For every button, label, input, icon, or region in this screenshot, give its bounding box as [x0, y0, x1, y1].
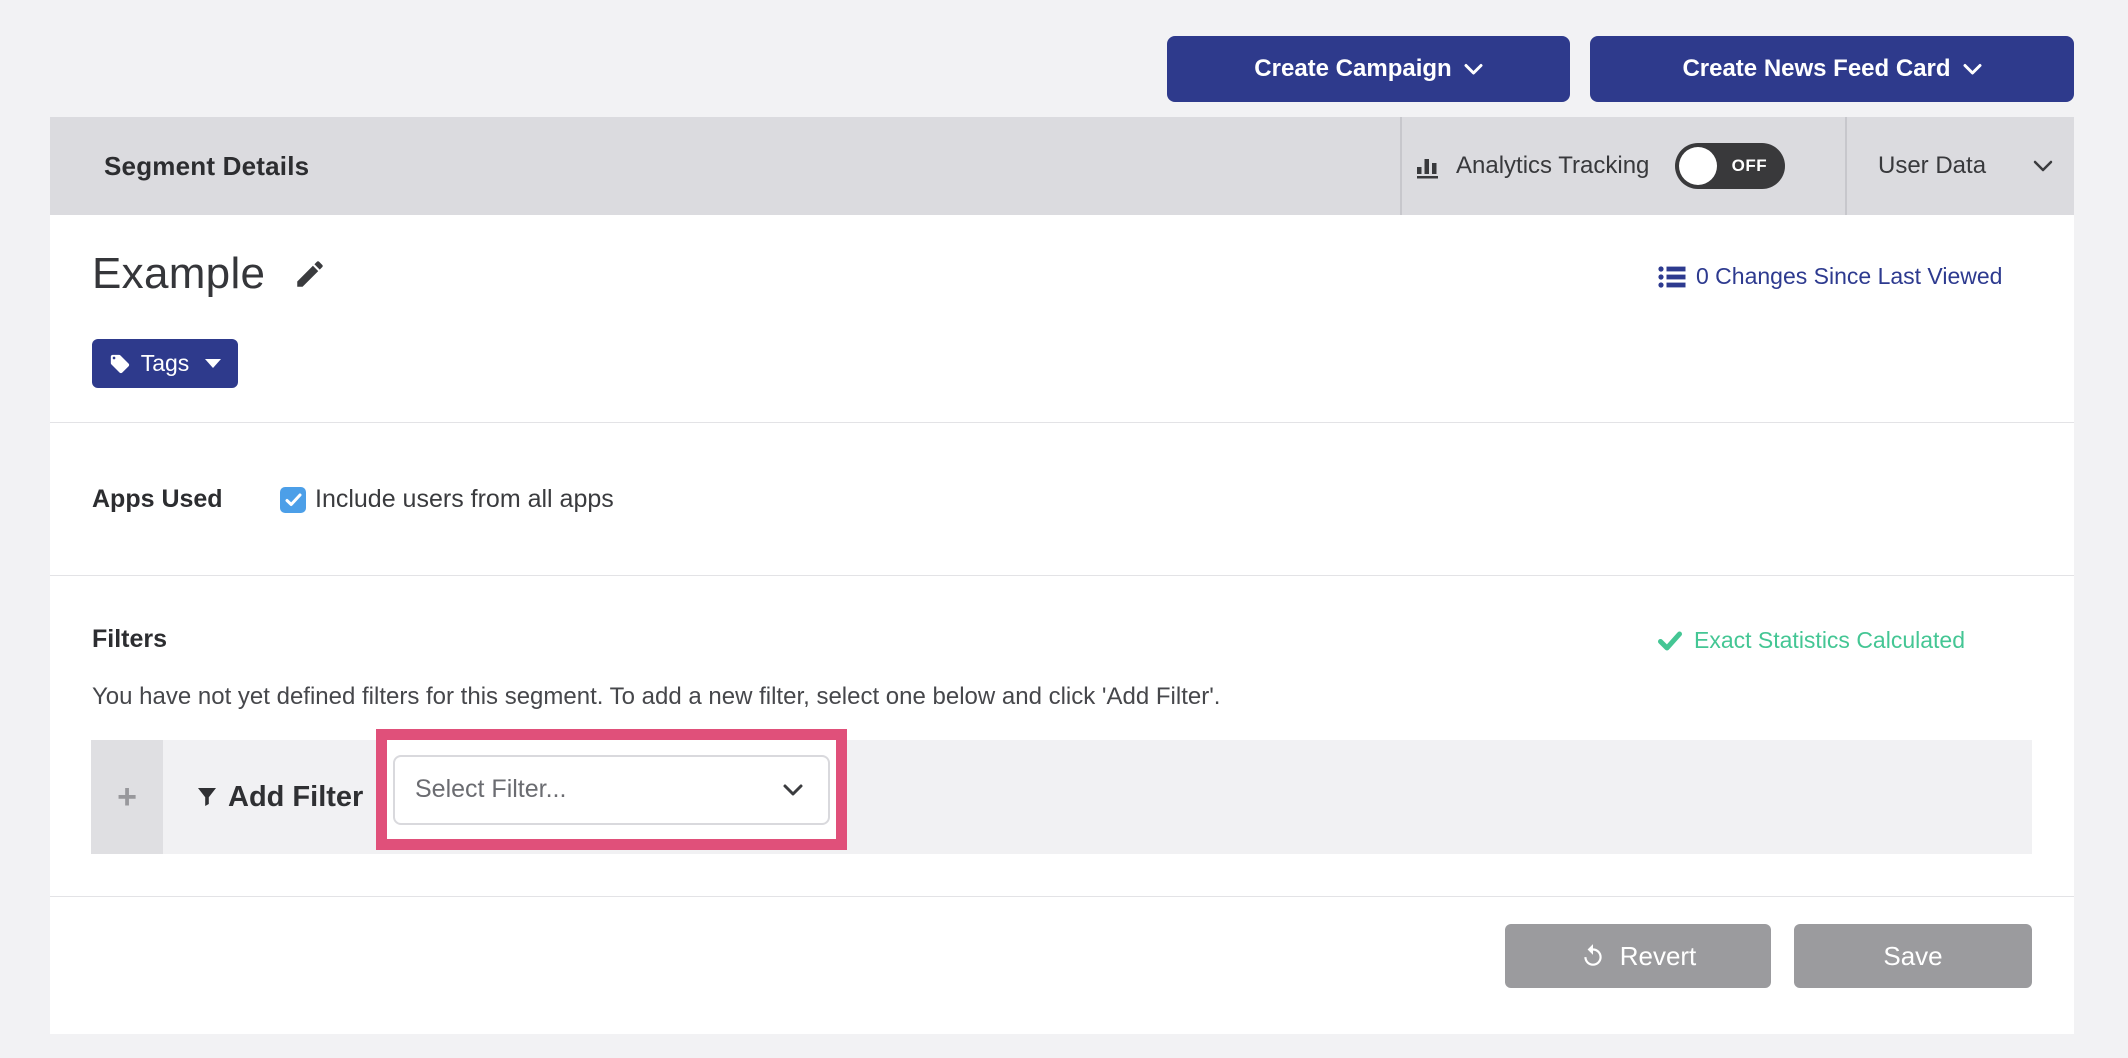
- chevron-down-icon: [1963, 63, 1982, 76]
- changes-link-label: 0 Changes Since Last Viewed: [1696, 263, 2002, 290]
- page: Create Campaign Create News Feed Card Se…: [0, 0, 2128, 1058]
- analytics-tracking-group: Analytics Tracking OFF: [1414, 117, 1785, 215]
- user-data-label: User Data: [1878, 152, 1986, 180]
- exact-statistics-status: Exact Statistics Calculated: [1658, 627, 1965, 654]
- caret-down-icon: [205, 359, 221, 368]
- create-news-feed-card-label: Create News Feed Card: [1682, 55, 1950, 83]
- chevron-down-icon: [2032, 159, 2054, 173]
- chevron-down-icon: [782, 783, 828, 797]
- section-divider: [50, 575, 2074, 576]
- header-divider: [1845, 117, 1847, 215]
- apps-used-label: Apps Used: [92, 485, 280, 514]
- user-data-dropdown[interactable]: User Data: [1878, 117, 2054, 215]
- add-filter-row: + Add Filter Select Filter...: [91, 740, 2032, 854]
- plus-icon: +: [117, 780, 137, 814]
- tag-icon: [109, 353, 131, 375]
- edit-pencil-icon[interactable]: [293, 257, 327, 291]
- tags-button-label: Tags: [141, 350, 190, 377]
- create-campaign-button[interactable]: Create Campaign: [1167, 36, 1570, 102]
- segment-name-row: Example: [92, 249, 327, 299]
- toggle-state-label: OFF: [1717, 156, 1785, 176]
- revert-button[interactable]: Revert: [1505, 924, 1771, 988]
- segment-details-header-bar: Segment Details Analytics Tracking OFF: [50, 117, 2074, 215]
- select-filter-placeholder: Select Filter...: [395, 775, 782, 804]
- header-divider: [1400, 117, 1402, 215]
- highlight-annotation-box: Select Filter...: [376, 729, 847, 850]
- bar-chart-icon: [1414, 152, 1442, 180]
- add-filter-plus-button[interactable]: +: [91, 740, 163, 854]
- filters-heading: Filters: [92, 625, 167, 654]
- include-all-apps-checkbox[interactable]: [280, 487, 306, 513]
- add-filter-label-group: Add Filter: [195, 740, 363, 854]
- revert-button-label: Revert: [1620, 941, 1697, 972]
- toggle-knob: [1679, 147, 1717, 185]
- analytics-tracking-toggle[interactable]: OFF: [1675, 143, 1785, 189]
- include-all-apps-label: Include users from all apps: [315, 485, 614, 514]
- section-divider: [50, 422, 2074, 423]
- select-filter-dropdown[interactable]: Select Filter...: [393, 755, 830, 825]
- exact-statistics-label: Exact Statistics Calculated: [1694, 627, 1965, 654]
- create-news-feed-card-button[interactable]: Create News Feed Card: [1590, 36, 2074, 102]
- page-title: Segment Details: [104, 117, 309, 215]
- segment-name: Example: [92, 249, 265, 299]
- save-button[interactable]: Save: [1794, 924, 2032, 988]
- section-divider: [50, 896, 2074, 897]
- add-filter-label: Add Filter: [228, 781, 363, 814]
- chevron-down-icon: [1464, 63, 1483, 76]
- apps-used-row: Apps Used Include users from all apps: [92, 485, 614, 514]
- funnel-icon: [195, 785, 219, 809]
- segment-details-card: Segment Details Analytics Tracking OFF: [50, 117, 2074, 1034]
- check-icon: [1658, 631, 1682, 651]
- filters-help-text: You have not yet defined filters for thi…: [92, 683, 1220, 711]
- change-list-icon: [1658, 265, 1686, 289]
- tags-button[interactable]: Tags: [92, 339, 238, 388]
- analytics-tracking-label: Analytics Tracking: [1456, 152, 1649, 180]
- save-button-label: Save: [1883, 941, 1942, 972]
- changes-since-last-viewed-link[interactable]: 0 Changes Since Last Viewed: [1658, 263, 2002, 290]
- revert-icon: [1580, 943, 1606, 969]
- create-campaign-label: Create Campaign: [1254, 55, 1451, 83]
